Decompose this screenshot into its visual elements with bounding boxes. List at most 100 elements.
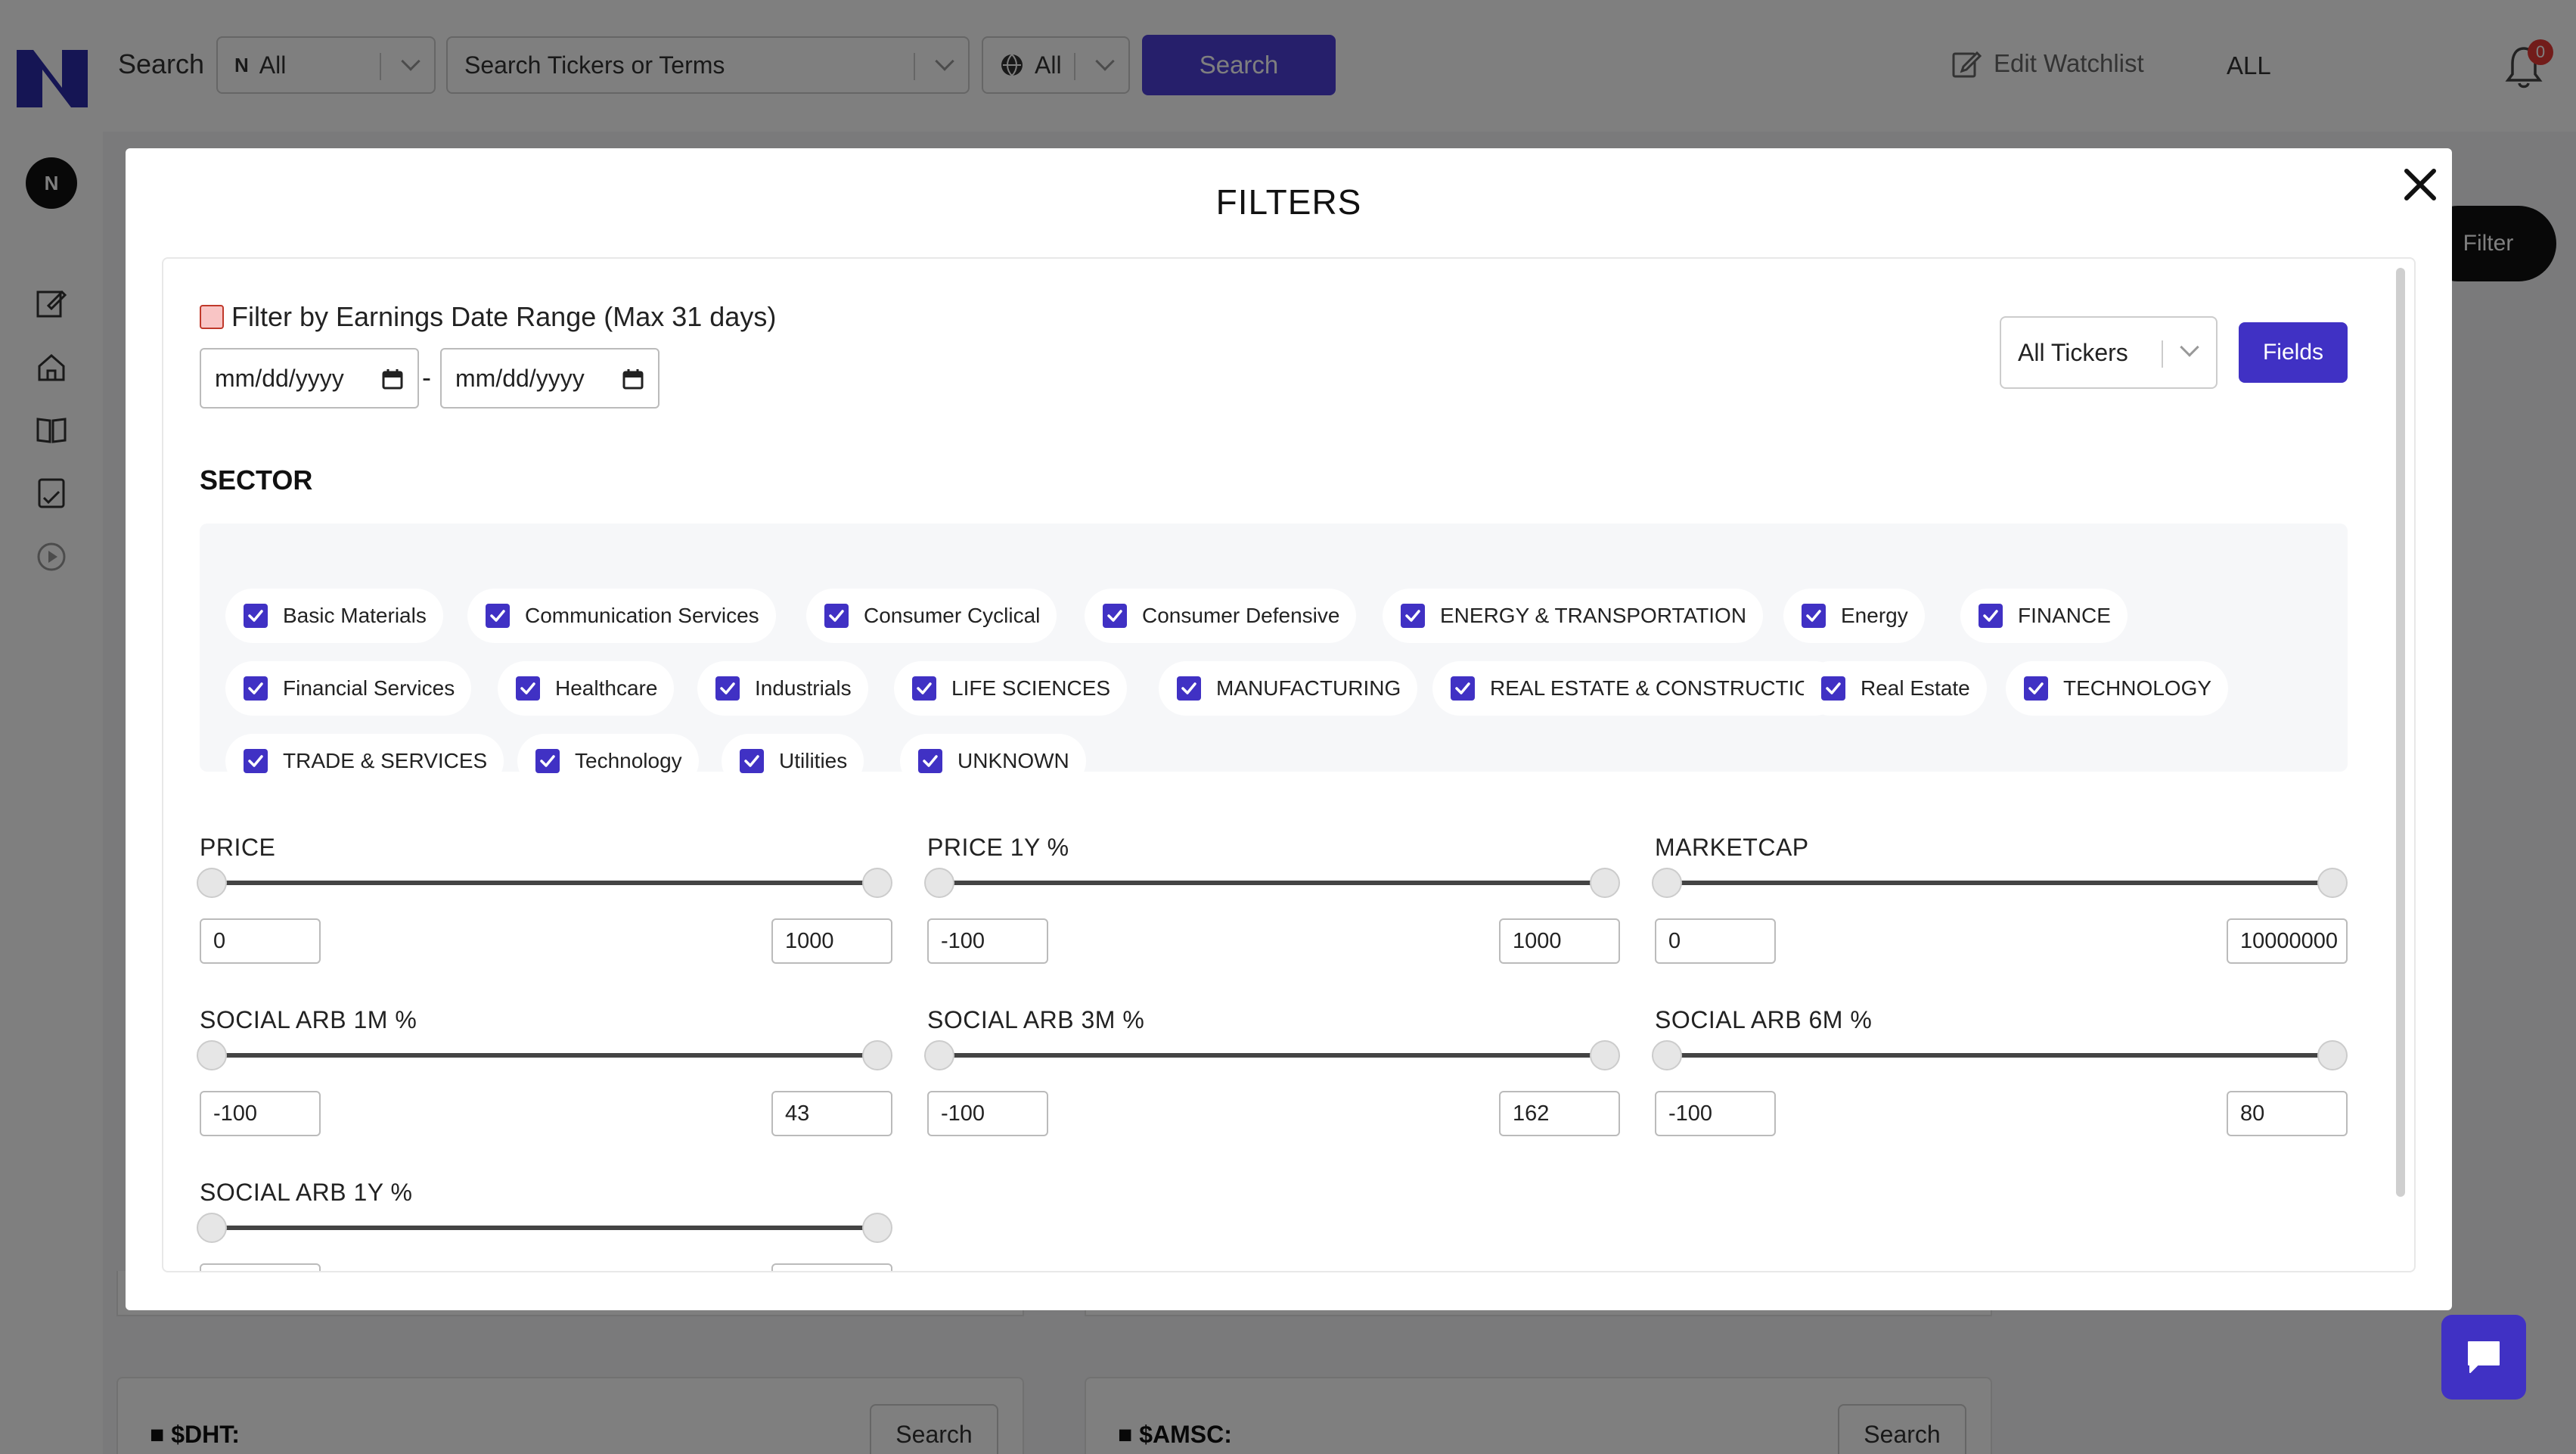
sector-chip[interactable]: UNKNOWN [900, 734, 1086, 788]
range-slider-max-handle[interactable] [1590, 1040, 1620, 1070]
sector-chip[interactable]: Healthcare [498, 661, 675, 716]
range-slider-max-handle[interactable] [2317, 868, 2348, 898]
start-date-input[interactable]: mm/dd/yyyy [200, 348, 419, 409]
range-min-input[interactable] [200, 1263, 321, 1271]
sector-label: UNKNOWN [957, 749, 1069, 772]
filters-modal: FILTERS Filter by Earnings Date Range (M… [126, 148, 2452, 1310]
range-slider-max-handle[interactable] [1590, 868, 1620, 898]
range-slider-min-handle[interactable] [197, 868, 227, 898]
range-filter-label: PRICE 1Y % [927, 834, 1069, 861]
range-max-input[interactable]: 43 [771, 1091, 892, 1136]
sector-checkbox[interactable] [1401, 604, 1425, 628]
sector-checkbox[interactable] [912, 676, 936, 701]
sector-chip[interactable]: MANUFACTURING [1159, 661, 1418, 716]
range-slider-max-handle[interactable] [2317, 1040, 2348, 1070]
sector-chip[interactable]: ENERGY & TRANSPORTATION [1383, 589, 1764, 643]
sector-checkbox[interactable] [244, 749, 268, 773]
calendar-icon[interactable] [381, 368, 404, 390]
sector-label: Basic Materials [283, 604, 427, 627]
sector-chip[interactable]: Utilities [722, 734, 864, 788]
range-slider-max-handle[interactable] [862, 868, 892, 898]
sector-chip[interactable]: Consumer Defensive [1085, 589, 1357, 643]
range-slider-min-handle[interactable] [197, 1040, 227, 1070]
calendar-icon[interactable] [622, 368, 644, 390]
range-min-input[interactable]: -100 [200, 1091, 321, 1136]
sector-checkbox[interactable] [535, 749, 560, 773]
sector-chip[interactable]: TRADE & SERVICES [225, 734, 504, 788]
sector-checkbox[interactable] [1821, 676, 1845, 701]
close-icon[interactable] [2399, 163, 2441, 206]
sector-label: Energy [1841, 604, 1908, 627]
range-slider-min-handle[interactable] [1652, 1040, 1682, 1070]
sector-chip[interactable]: Industrials [697, 661, 868, 716]
range-filter-label: SOCIAL ARB 3M % [927, 1006, 1145, 1033]
range-min-input[interactable]: 0 [1655, 918, 1776, 964]
sector-checkbox[interactable] [244, 676, 268, 701]
date-range-separator: - [422, 362, 431, 393]
sector-checkbox[interactable] [1103, 604, 1127, 628]
range-slider-min-handle[interactable] [924, 1040, 954, 1070]
range-slider-track[interactable] [212, 881, 877, 885]
sector-chip[interactable]: Financial Services [225, 661, 472, 716]
sector-checkbox[interactable] [1451, 676, 1475, 701]
sector-chip[interactable]: Consumer Cyclical [806, 589, 1057, 643]
range-max-input[interactable]: 1000 [771, 918, 892, 964]
range-slider-min-handle[interactable] [1652, 868, 1682, 898]
sector-checkbox[interactable] [1177, 676, 1201, 701]
range-slider-track[interactable] [212, 1226, 877, 1230]
sector-checkbox[interactable] [1802, 604, 1826, 628]
earnings-date-label: Filter by Earnings Date Range (Max 31 da… [231, 301, 777, 332]
range-slider-min-handle[interactable] [197, 1213, 227, 1243]
range-slider-track[interactable] [939, 881, 1605, 885]
range-min-input[interactable]: -100 [1655, 1091, 1776, 1136]
sector-chip[interactable]: FINANCE [1960, 589, 2128, 643]
sector-list [200, 524, 2348, 772]
fields-button[interactable]: Fields [2239, 322, 2348, 383]
range-slider-max-handle[interactable] [862, 1040, 892, 1070]
sector-checkbox[interactable] [244, 604, 268, 628]
sector-heading: SECTOR [200, 464, 313, 496]
ticker-scope-select[interactable]: All Tickers [2000, 316, 2218, 389]
range-max-input[interactable]: 80 [2227, 1091, 2348, 1136]
sector-checkbox[interactable] [516, 676, 540, 701]
range-min-input[interactable]: 0 [200, 918, 321, 964]
range-slider-track[interactable] [939, 1053, 1605, 1058]
modal-title: FILTERS [1215, 182, 1362, 222]
range-slider-track[interactable] [1667, 1053, 2332, 1058]
sector-chip[interactable]: Real Estate [1803, 661, 1987, 716]
range-max-input[interactable]: 162 [1499, 1091, 1620, 1136]
sector-chip[interactable]: REAL ESTATE & CONSTRUCTION [1432, 661, 1843, 716]
end-date-input[interactable]: mm/dd/yyyy [440, 348, 660, 409]
range-min-input[interactable]: -100 [927, 1091, 1048, 1136]
range-max-input[interactable]: 1000 [1499, 918, 1620, 964]
earnings-date-checkbox[interactable] [200, 305, 224, 329]
range-filter-label: PRICE [200, 834, 276, 861]
sector-chip[interactable]: Basic Materials [225, 589, 443, 643]
range-slider-track[interactable] [1667, 881, 2332, 885]
chat-button[interactable] [2441, 1315, 2526, 1400]
sector-chip[interactable]: LIFE SCIENCES [894, 661, 1128, 716]
range-max-input[interactable]: 10000000 [2227, 918, 2348, 964]
sector-chip[interactable]: Energy [1783, 589, 1925, 643]
sector-checkbox[interactable] [1979, 604, 2003, 628]
range-min-input[interactable]: -100 [927, 918, 1048, 964]
range-slider-track[interactable] [212, 1053, 877, 1058]
scrollbar[interactable] [2396, 268, 2405, 1197]
sector-checkbox[interactable] [824, 604, 849, 628]
sector-chip[interactable]: TECHNOLOGY [2006, 661, 2229, 716]
sector-checkbox[interactable] [918, 749, 942, 773]
sector-chip[interactable]: Communication Services [467, 589, 776, 643]
sector-chip[interactable]: Technology [517, 734, 699, 788]
filters-body: Filter by Earnings Date Range (Max 31 da… [162, 257, 2416, 1272]
sector-checkbox[interactable] [715, 676, 740, 701]
sector-checkbox[interactable] [740, 749, 764, 773]
sector-checkbox[interactable] [486, 604, 510, 628]
range-max-input[interactable] [771, 1263, 892, 1271]
sector-label: Financial Services [283, 676, 455, 700]
range-slider-min-handle[interactable] [924, 868, 954, 898]
range-slider-max-handle[interactable] [862, 1213, 892, 1243]
sector-label: Industrials [755, 676, 852, 700]
sector-label: Technology [575, 749, 682, 772]
chevron-down-icon [2180, 337, 2199, 357]
sector-checkbox[interactable] [2024, 676, 2048, 701]
